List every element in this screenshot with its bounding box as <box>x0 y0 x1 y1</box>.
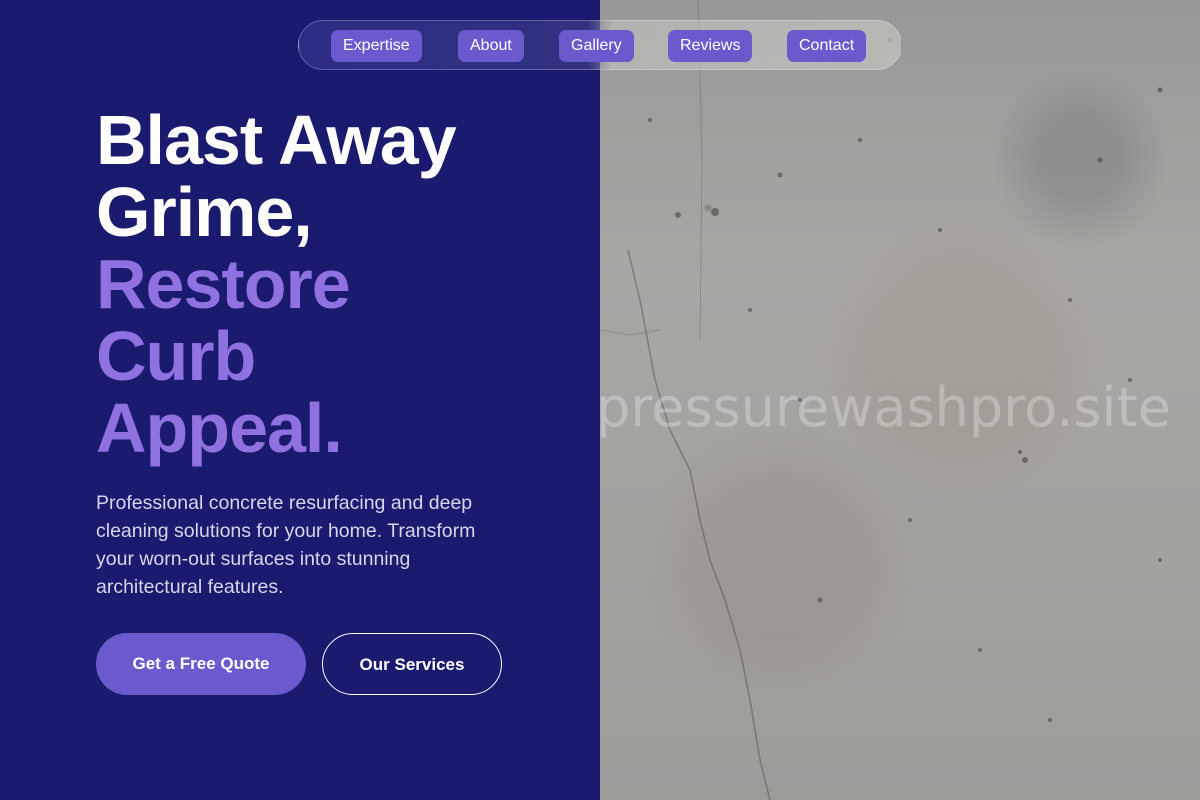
landing-page: pressurewashpro.site Expertise About Gal… <box>0 0 1200 800</box>
headline-line-5: Appeal. <box>96 389 343 467</box>
hero-description: Professional concrete resurfacing and de… <box>96 492 476 598</box>
nav-item-contact[interactable]: Contact <box>787 30 867 62</box>
main-navigation: Expertise About Gallery Reviews Contact <box>298 20 902 70</box>
headline-line-3: Restore <box>96 245 351 323</box>
our-services-button[interactable]: Our Services <box>322 633 502 695</box>
nav-item-expertise[interactable]: Expertise <box>331 30 422 62</box>
headline-line-1: Blast Away <box>96 101 457 179</box>
nav-item-about[interactable]: About <box>458 30 524 62</box>
site-watermark: pressurewashpro.site <box>596 376 1171 439</box>
get-free-quote-button[interactable]: Get a Free Quote <box>96 633 306 695</box>
nav-item-gallery[interactable]: Gallery <box>559 30 634 62</box>
hero-headline: Blast Away Grime, Restore Curb Appeal. <box>96 104 576 464</box>
headline-line-4: Curb <box>96 317 256 395</box>
headline-line-2: Grime, <box>96 173 313 251</box>
nav-item-reviews[interactable]: Reviews <box>668 30 753 62</box>
